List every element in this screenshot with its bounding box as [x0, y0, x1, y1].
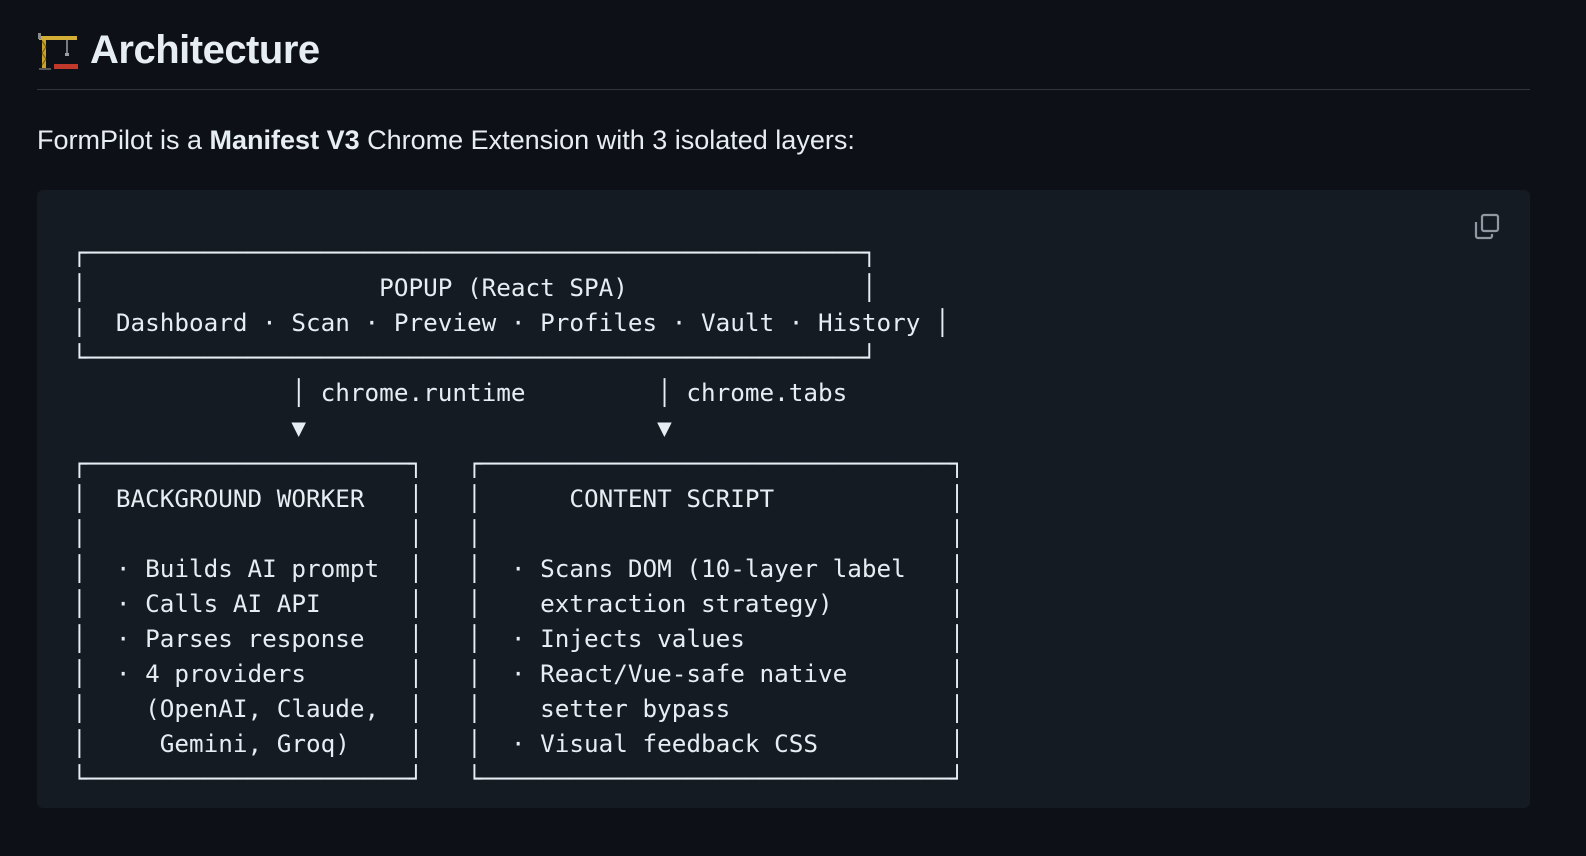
intro-bold-text: Manifest V3 — [209, 125, 360, 155]
diagram-line: │ · Parses response │ │ · Injects values… — [72, 624, 965, 654]
diagram-line: │ │ │ │ — [72, 518, 965, 548]
page-title: Architecture — [90, 27, 320, 72]
diagram-line: │ · Calls AI API │ │ extraction strategy… — [72, 588, 965, 618]
diagram-line: ▼ ▼ — [72, 413, 672, 443]
section-heading: Architecture — [37, 22, 320, 78]
architecture-diagram: ┌───────────────────────────────────────… — [72, 235, 964, 797]
diagram-line: └──────────────────────┘ └──────────────… — [72, 764, 965, 794]
intro-suffix: Chrome Extension with 3 isolated layers: — [359, 125, 855, 155]
building-construction-icon — [37, 27, 83, 73]
diagram-line: │ Gemini, Groq) │ │ · Visual feedback CS… — [72, 729, 965, 759]
diagram-line: │ Dashboard · Scan · Preview · Profiles … — [72, 308, 950, 338]
diagram-line: │ (OpenAI, Claude, │ │ setter bypass │ — [72, 694, 965, 724]
diagram-line: ┌──────────────────────┐ ┌──────────────… — [72, 448, 965, 478]
intro-prefix: FormPilot is a — [37, 125, 210, 155]
intro-paragraph: FormPilot is a Manifest V3 Chrome Extens… — [37, 121, 855, 159]
copy-button[interactable] — [1466, 208, 1508, 250]
diagram-line: │ POPUP (React SPA) │ — [72, 273, 877, 303]
diagram-line: │ chrome.runtime │ chrome.tabs — [72, 378, 848, 408]
diagram-line: │ · 4 providers │ │ · React/Vue-safe nat… — [72, 659, 965, 689]
diagram-line: └───────────────────────────────────────… — [72, 343, 877, 373]
heading-divider — [37, 89, 1530, 90]
copy-icon — [1472, 212, 1502, 247]
diagram-line: ┌───────────────────────────────────────… — [72, 238, 877, 267]
diagram-line: │ · Builds AI prompt │ │ · Scans DOM (10… — [72, 553, 965, 583]
diagram-line: │ BACKGROUND WORKER │ │ CONTENT SCRIPT │ — [72, 483, 965, 513]
